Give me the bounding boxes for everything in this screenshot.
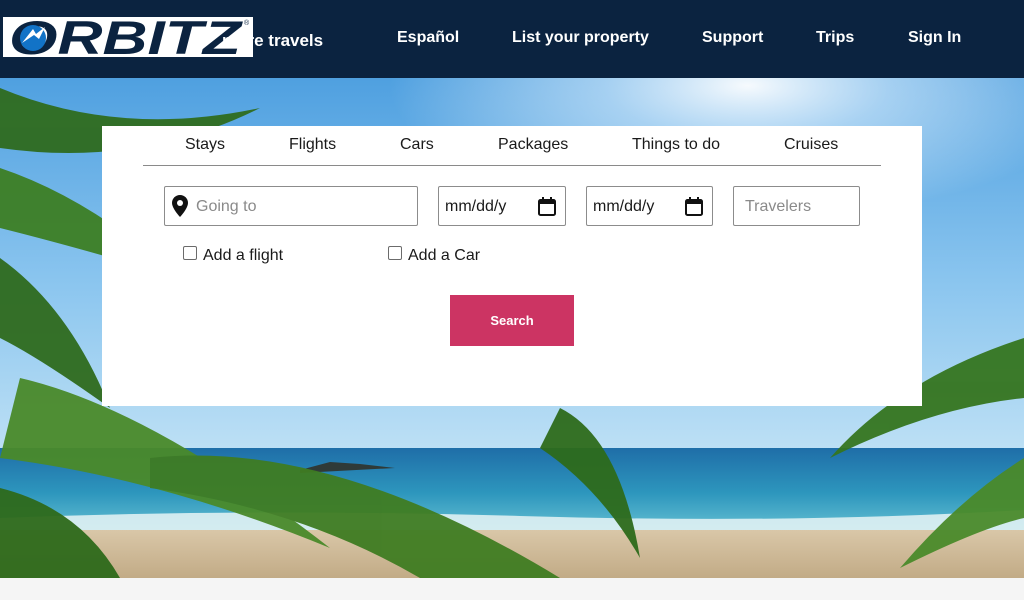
search-button[interactable]: Search <box>450 295 574 346</box>
header-tagline: more travels <box>222 31 324 50</box>
logo-globe <box>20 25 46 51</box>
calendar-icon[interactable] <box>538 197 556 216</box>
orbitz-logo[interactable]: ORBITZ ® <box>3 17 253 57</box>
tab-cars[interactable]: Cars <box>400 136 434 154</box>
search-card: Stays Flights Cars Packages Things to do… <box>102 126 922 406</box>
registered-mark: ® <box>244 19 250 27</box>
tab-stays[interactable]: Stays <box>185 136 225 154</box>
site-header: ORBITZ ® more travels Español List your … <box>0 0 1024 78</box>
travelers-placeholder: Travelers <box>745 198 812 215</box>
tabs-divider <box>143 165 881 166</box>
add-car-label[interactable]: Add a Car <box>408 247 480 265</box>
add-car-checkbox[interactable] <box>388 246 402 260</box>
destination-input[interactable]: Going to <box>164 186 418 226</box>
page-footer-strip <box>0 578 1024 600</box>
checkin-date-input[interactable]: mm/dd/y <box>438 186 566 226</box>
nav-sign-in[interactable]: Sign In <box>908 29 961 47</box>
nav-trips[interactable]: Trips <box>816 29 854 47</box>
destination-placeholder: Going to <box>196 198 257 215</box>
tab-cruises[interactable]: Cruises <box>784 136 838 154</box>
map-pin-icon <box>172 195 188 217</box>
add-flight-label[interactable]: Add a flight <box>203 247 283 265</box>
tab-packages[interactable]: Packages <box>498 136 568 154</box>
add-flight-checkbox[interactable] <box>183 246 197 260</box>
checkout-date-input[interactable]: mm/dd/y <box>586 186 713 226</box>
orbitz-logo-mark: ORBITZ ® <box>9 17 250 57</box>
nav-support[interactable]: Support <box>702 29 763 47</box>
tab-things-to-do[interactable]: Things to do <box>632 136 720 154</box>
nav-list-your-property[interactable]: List your property <box>512 29 649 47</box>
travelers-input[interactable]: Travelers <box>733 186 860 226</box>
tab-flights[interactable]: Flights <box>289 136 336 154</box>
checkin-date-value: mm/dd/y <box>445 198 507 215</box>
checkout-date-value: mm/dd/y <box>593 198 655 215</box>
calendar-icon[interactable] <box>685 197 703 216</box>
nav-espanol[interactable]: Español <box>397 29 459 47</box>
